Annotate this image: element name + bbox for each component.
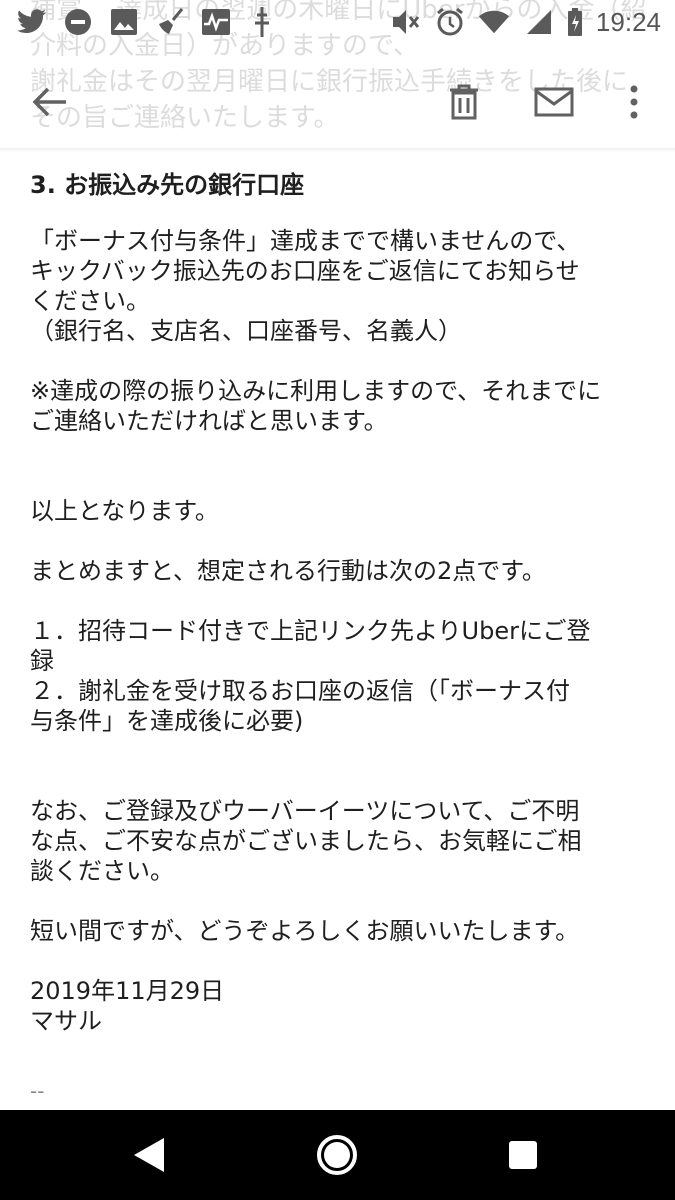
wifi-icon xyxy=(478,6,510,38)
paragraph-bank-account-request: 「ボーナス付与条件」達成までで構いませんので、 キックバック振込先のお口座をご返… xyxy=(30,227,581,345)
notification-icons xyxy=(16,6,278,38)
paragraph-closing: 以上となります。 xyxy=(30,497,219,525)
signature-separator: -- xyxy=(30,1079,45,1103)
email-date: 2019年11月29日 xyxy=(30,977,225,1005)
system-navigation-bar xyxy=(0,1110,675,1200)
nav-back-button[interactable] xyxy=(126,1132,172,1178)
delete-button[interactable] xyxy=(440,78,488,126)
trash-icon xyxy=(450,84,478,120)
nav-home-button[interactable] xyxy=(314,1132,360,1178)
signal-icon xyxy=(522,6,554,38)
status-bar: 19:24 xyxy=(0,0,675,48)
arrow-back-icon xyxy=(32,87,66,117)
mute-icon xyxy=(390,6,422,38)
paragraph-note: ※達成の際の振り込みに利用しますので、それまでに ご連絡いただければと思います。 xyxy=(30,377,602,435)
nav-home-icon xyxy=(317,1135,357,1175)
alarm-icon xyxy=(434,6,466,38)
broom-icon xyxy=(154,6,186,38)
image-icon xyxy=(108,6,140,38)
paragraph-action-list: １．招待コード付きで上記リンク先よりUberにご登 録 ２．謝礼金を受け取るお口… xyxy=(30,617,591,735)
status-time: 19:24 xyxy=(595,6,661,37)
mark-unread-button[interactable] xyxy=(530,78,578,126)
do-not-disturb-icon xyxy=(62,6,94,38)
nav-back-icon xyxy=(134,1138,164,1172)
usb-icon xyxy=(246,6,278,38)
toolbar-divider xyxy=(0,148,675,152)
nav-recents-button[interactable] xyxy=(500,1132,546,1178)
email-sender-name: マサル xyxy=(30,1007,102,1035)
more-options-button[interactable] xyxy=(610,78,658,126)
system-status-icons: 19:24 xyxy=(390,6,661,38)
more-vert-icon xyxy=(630,85,638,119)
mail-icon xyxy=(534,87,574,117)
back-button[interactable] xyxy=(26,78,74,126)
battery-icon xyxy=(566,6,584,38)
paragraph-thanks: 短い間ですが、どうぞよろしくお願いいたします。 xyxy=(30,917,580,945)
pulse-icon xyxy=(200,6,232,38)
paragraph-summary: まとめますと、想定される行動は次の2点です。 xyxy=(30,557,546,585)
email-toolbar xyxy=(0,48,675,148)
nav-recents-icon xyxy=(509,1141,537,1169)
section-heading: 3. お振込み先の銀行口座 xyxy=(30,171,305,199)
paragraph-contact: なお、ご登録及びウーバーイーツについて、ご不明 な点、ご不安な点がございましたら… xyxy=(30,797,582,885)
twitter-icon xyxy=(16,6,48,38)
email-body: 3. お振込み先の銀行口座 「ボーナス付与条件」達成までで構いませんので、 キッ… xyxy=(30,168,650,1106)
